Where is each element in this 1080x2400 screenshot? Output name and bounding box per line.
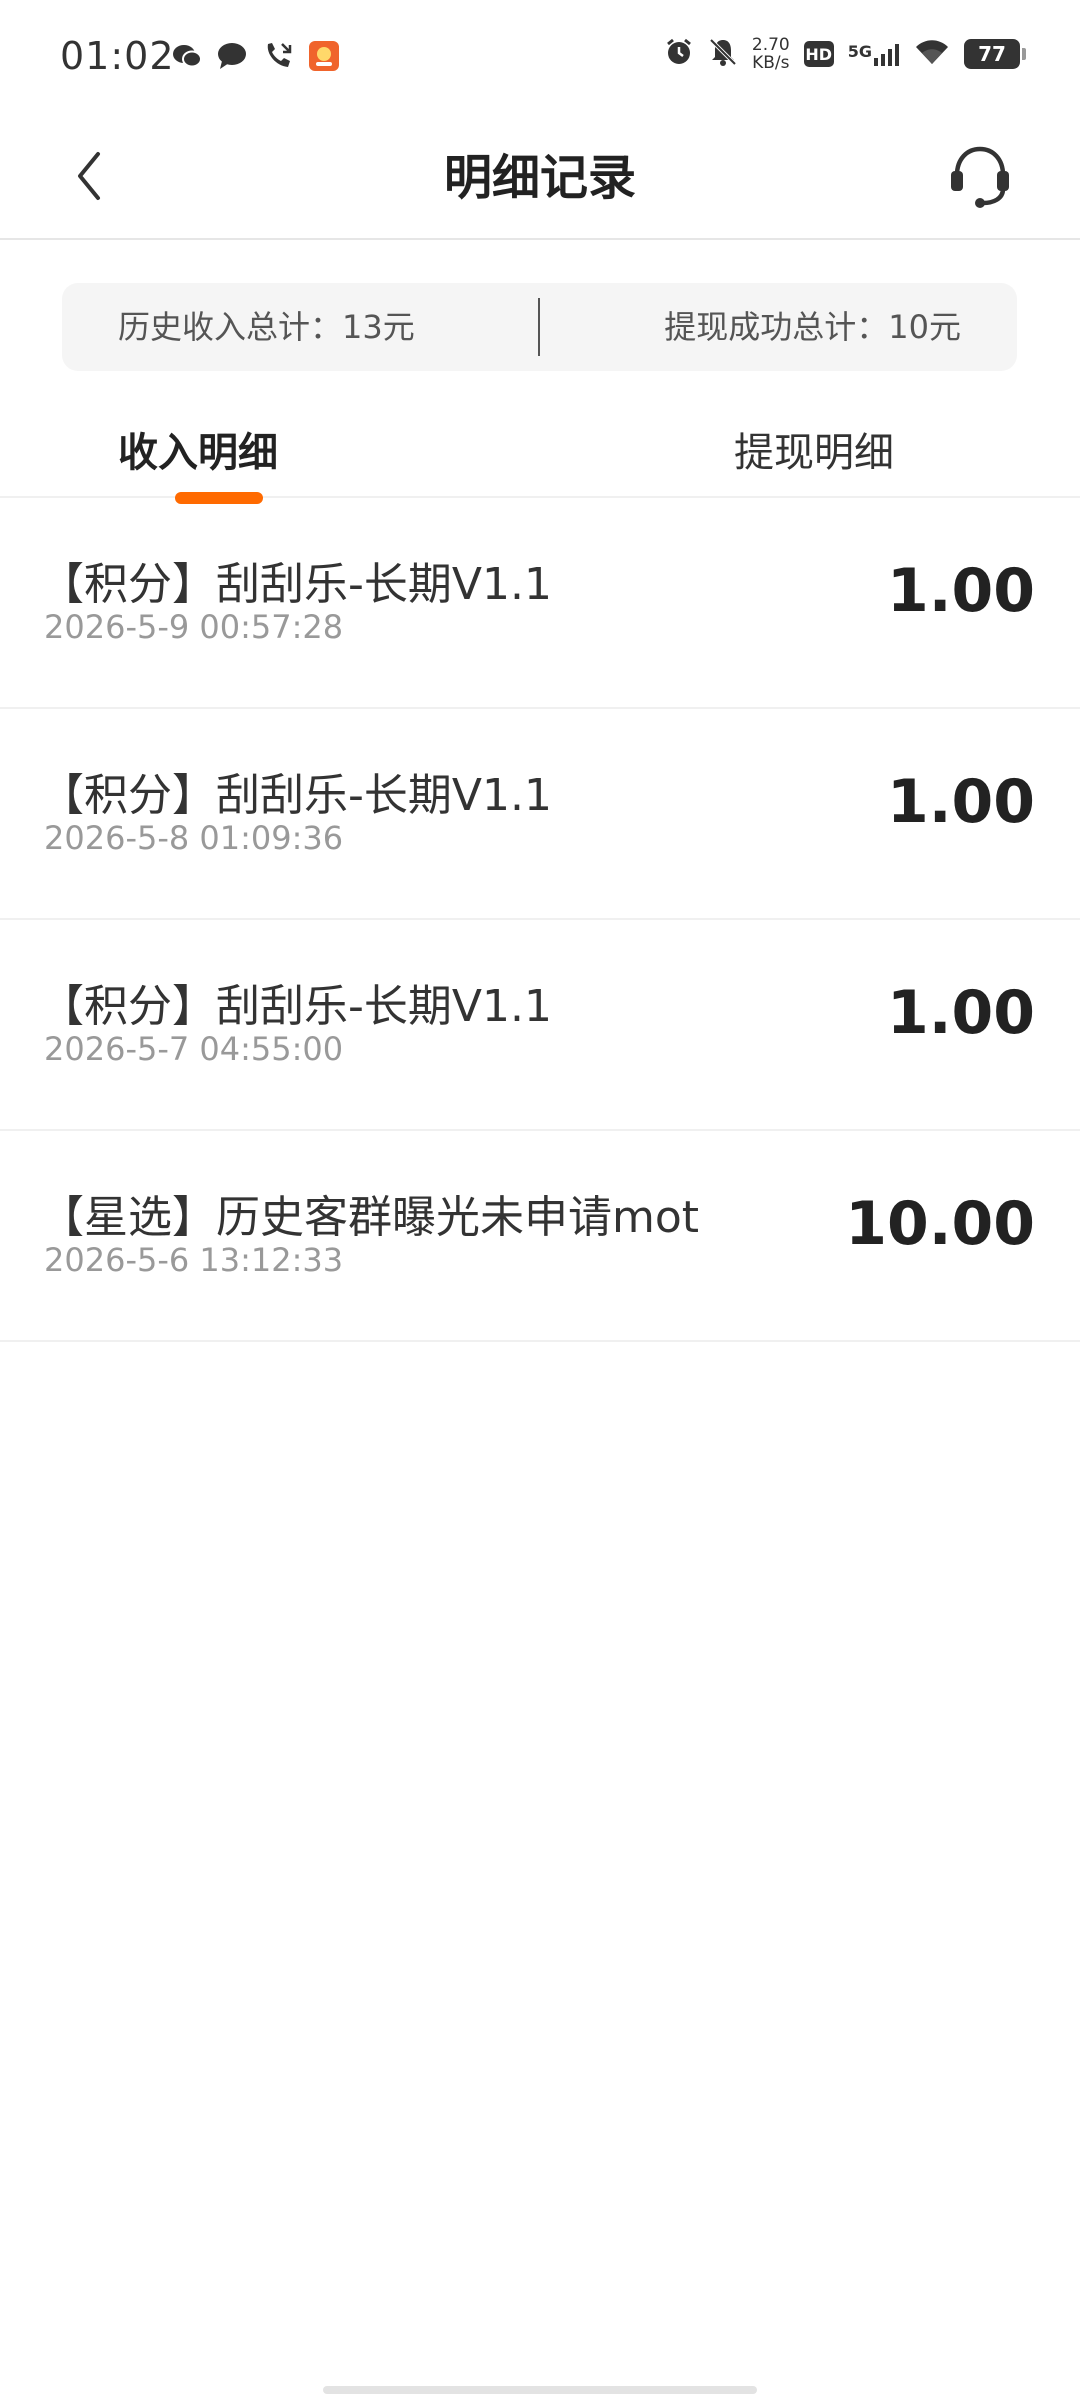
list-item[interactable]: 【积分】刮刮乐-长期V1.1 2026-5-7 04:55:00 1.00 xyxy=(0,920,1080,1131)
hd-badge: HD xyxy=(803,41,834,67)
list-item[interactable]: 【积分】刮刮乐-长期V1.1 2026-5-9 00:57:28 1.00 xyxy=(0,498,1080,709)
signal-icon: 5G xyxy=(848,42,900,66)
record-amount: 10.00 xyxy=(845,1189,1035,1259)
record-time: 2026-5-9 00:57:28 xyxy=(44,608,344,646)
list-item[interactable]: 【星选】历史客群曝光未申请mot 2026-5-6 13:12:33 10.00 xyxy=(0,1131,1080,1342)
tab-bar: 收入明细 提现明细 xyxy=(0,400,1080,504)
missed-call-icon xyxy=(262,40,294,76)
income-total: 历史收入总计：13元 xyxy=(118,308,415,346)
record-time: 2026-5-7 04:55:00 xyxy=(44,1030,344,1068)
record-amount: 1.00 xyxy=(886,978,1035,1048)
home-indicator[interactable] xyxy=(323,2386,757,2394)
list-item[interactable]: 【积分】刮刮乐-长期V1.1 2026-5-8 01:09:36 1.00 xyxy=(0,709,1080,920)
summary-card: 历史收入总计：13元 提现成功总计：10元 xyxy=(62,283,1017,371)
record-title: 【积分】刮刮乐-长期V1.1 xyxy=(40,559,552,610)
header: 明细记录 xyxy=(0,118,1080,240)
tab-income[interactable]: 收入明细 xyxy=(118,420,278,478)
notification-icons xyxy=(172,40,340,76)
withdraw-total: 提现成功总计：10元 xyxy=(664,308,961,346)
network-speed-value: 2.70 xyxy=(751,35,790,55)
network-speed-unit: KB/s xyxy=(752,53,790,73)
record-list: 【积分】刮刮乐-长期V1.1 2026-5-9 00:57:28 1.00 【积… xyxy=(0,498,1080,1342)
summary-divider xyxy=(538,298,540,356)
record-amount: 1.00 xyxy=(886,767,1035,837)
app-notification-icon xyxy=(308,40,340,76)
record-title: 【星选】历史客群曝光未申请mot xyxy=(40,1192,700,1243)
headset-icon xyxy=(945,141,1015,215)
record-amount: 1.00 xyxy=(886,556,1035,626)
record-title: 【积分】刮刮乐-长期V1.1 xyxy=(40,770,552,821)
record-time: 2026-5-8 01:09:36 xyxy=(44,819,344,857)
status-time: 01:02 xyxy=(60,34,175,78)
system-status: 2.70 KB/s HD 5G 77 xyxy=(664,36,1026,72)
page-title: 明细记录 xyxy=(443,150,636,206)
record-title: 【积分】刮刮乐-长期V1.1 xyxy=(40,981,552,1032)
message-icon xyxy=(216,41,248,75)
customer-service-button[interactable] xyxy=(938,136,1022,220)
wifi-icon xyxy=(914,38,950,70)
battery-indicator: 77 xyxy=(964,39,1026,69)
signal-label: 5G xyxy=(847,42,872,61)
record-time: 2026-5-6 13:12:33 xyxy=(44,1241,344,1279)
status-bar: 01:02 2.70 KB/s HD 5G 77 xyxy=(0,0,1080,118)
wechat-icon xyxy=(172,42,202,74)
alarm-icon xyxy=(664,37,694,71)
network-speed: 2.70 KB/s xyxy=(752,36,790,72)
mute-icon xyxy=(708,37,738,71)
tab-withdraw[interactable]: 提现明细 xyxy=(734,420,894,478)
